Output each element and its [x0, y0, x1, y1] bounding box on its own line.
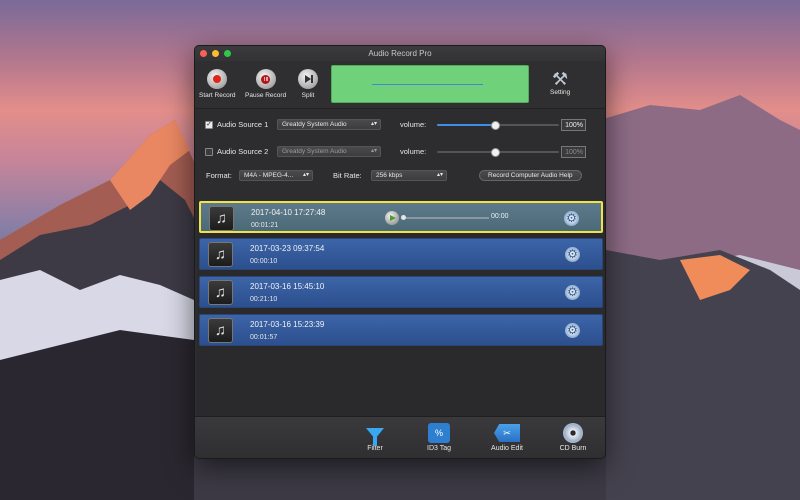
app-window: Audio Record Pro Start Record Pause Reco…	[194, 45, 606, 459]
audio-edit-label: Audio Edit	[491, 445, 523, 452]
music-note-icon: ♫	[209, 206, 234, 231]
recording-duration: 00:01:57	[250, 334, 278, 341]
chevron-updown-icon: ▴▾	[436, 172, 443, 178]
pause-record-label: Pause Record	[245, 92, 287, 99]
id3-tag-label: ID3 Tag	[427, 445, 451, 452]
gear-icon[interactable]: ⚙	[565, 247, 580, 262]
audio-source-1-row: ✓ Audio Source 1 Greatdy System Audio ▴▾ …	[205, 119, 595, 131]
volume-1-value[interactable]: 100%	[561, 119, 586, 131]
bitrate-label: Bit Rate:	[333, 171, 362, 180]
id3-tag-button[interactable]: % ID3 Tag	[419, 421, 459, 452]
recording-date: 2017-03-23 09:37:54	[250, 244, 325, 253]
gear-icon[interactable]: ⚙	[565, 285, 580, 300]
window-title: Audio Record Pro	[368, 49, 432, 58]
tools-icon: ⚒	[552, 69, 569, 89]
cd-burn-label: CD Burn	[559, 445, 587, 452]
recordings-list[interactable]: ♫ 2017-04-10 17:27:48 00:01:21 00:00 ⚙ ♫…	[197, 201, 605, 417]
bitrate-select[interactable]: 256 kbps ▴▾	[371, 170, 447, 181]
gear-icon[interactable]: ⚙	[565, 323, 580, 338]
cd-burn-button[interactable]: CD Burn	[553, 421, 593, 452]
start-record-label: Start Record	[199, 92, 236, 99]
title-bar: Audio Record Pro	[195, 46, 605, 61]
playback-knob[interactable]	[401, 215, 406, 220]
volume-1-label: volume:	[400, 120, 427, 129]
bitrate-value: 256 kbps	[376, 172, 403, 179]
audio-source-1-select[interactable]: Greatdy System Audio ▴▾	[277, 119, 381, 130]
split-icon	[298, 69, 318, 89]
bottom-toolbar: Filter % ID3 Tag ✂ Audio Edit CD Burn	[195, 416, 605, 458]
funnel-icon	[355, 421, 395, 446]
chevron-updown-icon: ▴▾	[302, 172, 309, 178]
playback-track[interactable]	[403, 217, 489, 219]
scissors-icon: ✂	[487, 421, 527, 445]
recording-item[interactable]: ♫ 2017-04-10 17:27:48 00:01:21 00:00 ⚙	[199, 201, 603, 233]
volume-2-label: volume:	[400, 147, 427, 156]
recording-date: 2017-03-16 15:23:39	[250, 320, 325, 329]
toolbar: Start Record Pause Record Split ⚒ Settin…	[195, 61, 605, 109]
recording-item[interactable]: ♫ 2017-03-16 15:45:10 00:21:10 ⚙	[199, 276, 603, 308]
cd-icon	[553, 421, 593, 445]
record-icon	[207, 69, 228, 89]
audio-controls: ✓ Audio Source 1 Greatdy System Audio ▴▾ …	[195, 109, 605, 199]
pause-icon	[255, 69, 276, 89]
pause-record-button[interactable]: Pause Record	[245, 69, 286, 99]
audio-source-1-label: Audio Source 1	[217, 120, 269, 129]
start-record-button[interactable]: Start Record	[199, 69, 236, 99]
filter-label: Filter	[367, 445, 383, 452]
format-select[interactable]: M4A - MPEG-4... ▴▾	[239, 170, 313, 181]
recording-item[interactable]: ♫ 2017-03-23 09:37:54 00:00:10 ⚙	[199, 238, 603, 270]
play-icon[interactable]	[385, 211, 399, 225]
volume-1-slider[interactable]	[437, 120, 559, 130]
audio-source-2-checkbox[interactable]	[205, 148, 213, 156]
filter-button[interactable]: Filter	[355, 421, 395, 452]
volume-2-knob[interactable]	[491, 147, 500, 157]
setting-button[interactable]: ⚒ Setting	[550, 69, 570, 96]
volume-2-value[interactable]: 100%	[561, 146, 586, 158]
recording-duration: 00:01:21	[251, 222, 279, 229]
gear-icon[interactable]: ⚙	[564, 211, 579, 226]
inline-player: 00:00	[385, 211, 515, 225]
recording-date: 2017-03-16 15:45:10	[250, 282, 325, 291]
music-note-icon: ♫	[208, 242, 233, 267]
audio-edit-button[interactable]: ✂ Audio Edit	[487, 421, 527, 452]
format-value: M4A - MPEG-4...	[244, 172, 294, 179]
playback-time: 00:00	[491, 213, 509, 220]
record-help-button[interactable]: Record Computer Audio Help	[479, 170, 582, 181]
audio-source-1-checkbox[interactable]: ✓	[205, 121, 213, 129]
split-label: Split	[301, 92, 315, 99]
audio-source-2-select[interactable]: Greatdy System Audio ▴▾	[277, 146, 381, 157]
chevron-updown-icon: ▴▾	[370, 148, 377, 154]
split-button[interactable]: Split	[298, 69, 318, 99]
tag-icon: %	[419, 421, 459, 445]
audio-source-2-row: Audio Source 2 Greatdy System Audio ▴▾ vo…	[205, 146, 595, 158]
music-note-icon: ♫	[208, 318, 233, 343]
chevron-updown-icon: ▴▾	[370, 121, 377, 127]
volume-1-knob[interactable]	[491, 120, 500, 130]
recording-item[interactable]: ♫ 2017-03-16 15:23:39 00:01:57 ⚙	[199, 314, 603, 346]
audio-source-1-value: Greatdy System Audio	[282, 121, 347, 128]
recording-duration: 00:21:10	[250, 296, 278, 303]
waveform-display	[331, 65, 529, 103]
volume-2-slider[interactable]	[437, 147, 559, 157]
setting-label: Setting	[550, 89, 571, 96]
recording-date: 2017-04-10 17:27:48	[251, 208, 326, 217]
recording-duration: 00:00:10	[250, 258, 278, 265]
audio-source-2-value: Greatdy System Audio	[282, 148, 347, 155]
audio-source-2-label: Audio Source 2	[217, 147, 269, 156]
format-row: Format: M4A - MPEG-4... ▴▾ Bit Rate: 256 …	[205, 170, 595, 182]
format-label: Format:	[206, 171, 232, 180]
music-note-icon: ♫	[208, 280, 233, 305]
